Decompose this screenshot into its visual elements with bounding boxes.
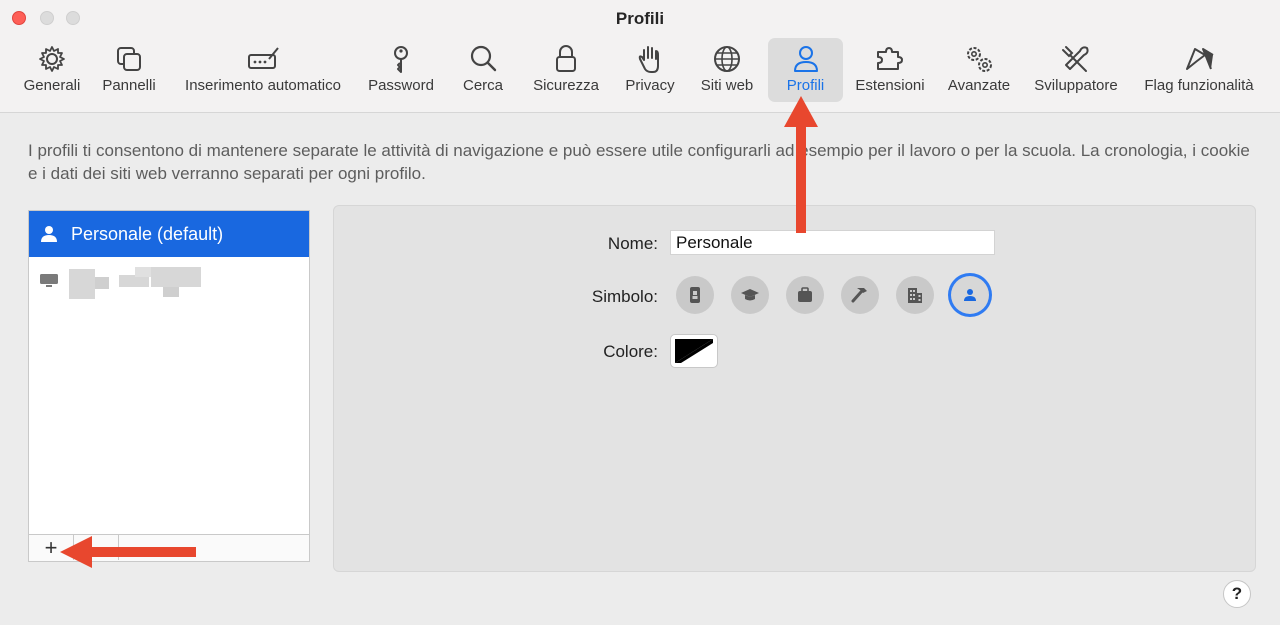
symbol-option-id-badge[interactable] [676, 276, 714, 314]
symbol-option-person[interactable] [951, 276, 989, 314]
flags-icon [1186, 48, 1214, 70]
tools-icon [1062, 46, 1089, 72]
graduation-cap-icon [741, 289, 759, 301]
window-title: Profili [615, 9, 665, 28]
tab-privacy[interactable]: Privacy [618, 38, 682, 102]
name-field[interactable] [670, 230, 995, 255]
tab-siti-web[interactable]: Siti web [694, 38, 760, 102]
tab-flag-funzionalita[interactable]: Flag funzionalità [1136, 38, 1262, 102]
tab-avanzate[interactable]: Avanzate [942, 38, 1016, 102]
annotation-arrow-up [784, 96, 818, 233]
redacted-name [163, 287, 179, 297]
briefcase-icon [798, 287, 812, 302]
color-label: Colore: [603, 342, 658, 361]
redacted-name [151, 267, 201, 287]
tab-sviluppatore[interactable]: Sviluppatore [1026, 38, 1126, 102]
profile-item[interactable] [29, 259, 309, 303]
symbol-option-building[interactable] [896, 276, 934, 314]
lock-icon [556, 45, 576, 72]
tab-sicurezza[interactable]: Sicurezza [526, 38, 606, 102]
tab-generali[interactable]: Generali [14, 38, 90, 102]
profile-detail-panel [333, 205, 1256, 572]
gears-icon [967, 47, 992, 72]
hammer-icon [851, 288, 867, 303]
preferences-window: Profili Generali Pannelli Inserimento au… [0, 0, 1280, 625]
person-icon [41, 226, 57, 242]
color-picker-button[interactable] [670, 334, 718, 368]
id-badge-icon [690, 287, 700, 303]
help-button[interactable]: ? [1223, 580, 1251, 608]
symbol-option-briefcase[interactable] [786, 276, 824, 314]
key-icon [394, 46, 408, 73]
annotation-arrow-left [60, 536, 196, 568]
intro-text: I profili ti consentono di mantenere sep… [28, 141, 1250, 183]
name-label: Nome: [607, 234, 658, 253]
profile-name: Personale (default) [71, 224, 224, 244]
person-icon [964, 289, 976, 301]
hand-icon [638, 46, 659, 73]
tabs-icon [117, 47, 141, 71]
search-icon [470, 45, 497, 72]
tab-pannelli[interactable]: Pannelli [96, 38, 162, 102]
profile-item-selected[interactable]: Personale (default) [29, 211, 309, 257]
profiles-list: Personale (default) + [28, 210, 310, 562]
tab-cerca[interactable]: Cerca [452, 38, 514, 102]
redacted-name [69, 269, 95, 299]
building-icon [908, 288, 922, 303]
person-icon [793, 46, 818, 72]
globe-icon [714, 46, 740, 72]
tab-estensioni[interactable]: Estensioni [850, 38, 930, 102]
symbol-label: Simbolo: [591, 287, 658, 306]
symbol-option-hammer[interactable] [841, 276, 879, 314]
redacted-name [95, 277, 109, 289]
toolbar: Profili Generali Pannelli Inserimento au… [0, 0, 1280, 113]
tab-password[interactable]: Password [362, 38, 440, 102]
monitor-icon [40, 274, 58, 287]
color-swatch-preview [675, 339, 713, 363]
puzzle-icon [877, 47, 903, 70]
symbol-option-graduation-cap[interactable] [731, 276, 769, 314]
tab-inserimento-automatico[interactable]: Inserimento automatico [174, 38, 352, 102]
redacted-name [135, 267, 151, 277]
gear-icon [39, 46, 65, 72]
autofill-icon [248, 47, 279, 69]
